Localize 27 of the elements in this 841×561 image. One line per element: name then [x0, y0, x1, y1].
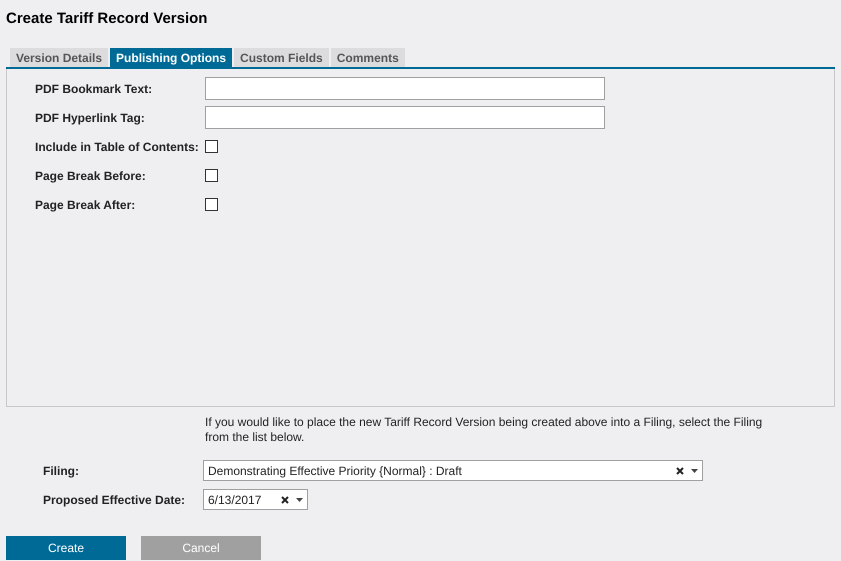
- tab[interactable]: Version Details: [10, 48, 108, 67]
- field-label: Page Break After:: [34, 196, 136, 214]
- dropdown-value: Demonstrating Effective Priority {Normal} : Draft: [208, 462, 463, 480]
- dropdown-value: 6/13/2017: [208, 492, 262, 508]
- tab[interactable]: Comments: [330, 48, 405, 67]
- field-label: Page Break Before:: [34, 168, 147, 184]
- field-label: PDF Hyperlink Tag:: [34, 110, 146, 126]
- tab[interactable]: Custom Fields: [234, 48, 329, 67]
- tab[interactable]: Publishing Options: [110, 48, 232, 67]
- input-field[interactable]: [205, 77, 605, 100]
- filing-dropdown[interactable]: Demonstrating Effective Priority {Normal} : Draft: [203, 460, 703, 481]
- create-button[interactable]: Create: [6, 536, 126, 560]
- field-label: Filing:: [42, 462, 80, 480]
- dropdown-arrow-icon[interactable]: [691, 468, 698, 472]
- dropdown-arrow-icon[interactable]: [296, 498, 303, 502]
- input-field[interactable]: [205, 106, 605, 129]
- page-title: Create Tariff Record Version: [6, 9, 208, 29]
- checkbox[interactable]: [205, 169, 218, 182]
- filing-instructions: If you would like to place the new Tariff Record Version being created above into a Filing, select the Filing from the list below.: [205, 415, 764, 445]
- field-label: Proposed Effective Date:: [42, 492, 186, 508]
- field-label: PDF Bookmark Text:: [34, 80, 154, 98]
- checkbox[interactable]: [205, 140, 218, 153]
- clear-icon[interactable]: [281, 496, 289, 504]
- date-dropdown[interactable]: 6/13/2017: [203, 489, 308, 510]
- clear-icon[interactable]: [676, 466, 684, 474]
- field-label: Include in Table of Contents:: [34, 138, 200, 156]
- checkbox[interactable]: [205, 198, 218, 211]
